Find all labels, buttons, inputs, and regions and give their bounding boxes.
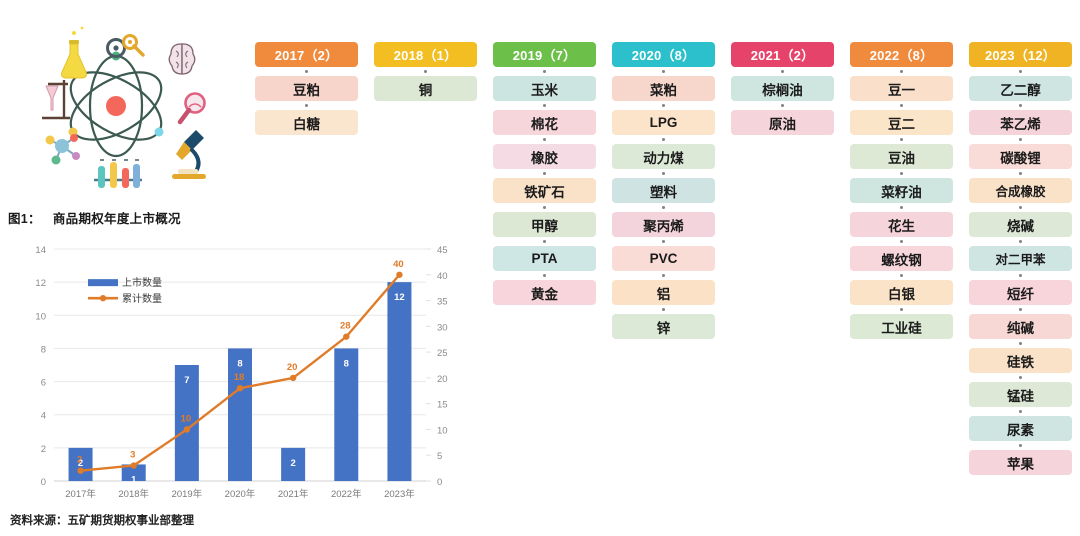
science-illustration-svg <box>42 26 206 188</box>
commodity-tile: 尿素 <box>969 410 1072 441</box>
commodity-tile: 碳酸锂 <box>969 138 1072 169</box>
year-column-header: 2023（12） <box>969 42 1072 67</box>
commodity-tile: 豆一 <box>850 70 953 101</box>
chart-line-value-label: 3 <box>130 450 135 461</box>
chart-y-axis-left: 0 2 4 6 8 10 12 14 <box>35 245 46 488</box>
year-column-header: 2021（2） <box>731 42 834 67</box>
commodity-tile: 豆粕 <box>255 70 358 101</box>
page-root: 图1： 商品期权年度上市概况 0 2 4 6 8 10 12 14 0 5 10 15 20 25 30 35… <box>0 0 1080 536</box>
year-columns: 2017（2） 豆粕 白糖 2018（1） 铜 2019（7） 玉米 棉花 橡胶 铁矿石 甲醇 PTA… <box>255 42 1075 522</box>
legend-label-bar: 上市数量 <box>122 276 162 289</box>
commodity-tile: 花生 <box>850 206 953 237</box>
commodity-tile: 白银 <box>850 274 953 305</box>
legend-label-line: 累计数量 <box>122 292 162 305</box>
chart-line-point <box>236 385 244 392</box>
chart-line-point <box>130 462 137 469</box>
commodity-tile: 纯碱 <box>969 308 1072 339</box>
chart-bar-value-label: 7 <box>184 375 189 386</box>
chart-bar-value-label: 1 <box>131 474 137 485</box>
microscope-icon <box>172 130 206 179</box>
chart-line-value-label: 10 <box>181 413 192 424</box>
year-column: 2023（12） 乙二醇 苯乙烯 碳酸锂 合成橡胶 烧碱 对二甲苯 短纤 纯碱 硅铁 锰硅 尿素 苹果 <box>969 42 1072 475</box>
beaker-stand-icon <box>42 80 70 120</box>
year-column: 2019（7） 玉米 棉花 橡胶 铁矿石 甲醇 PTA 黄金 <box>493 42 596 305</box>
commodity-tile: 橡胶 <box>493 138 596 169</box>
legend-swatch-line-marker <box>99 294 107 302</box>
commodity-tile: 铁矿石 <box>493 172 596 203</box>
commodity-tile: 锰硅 <box>969 376 1072 407</box>
test-tubes-icon <box>94 159 142 188</box>
year-column-header: 2020（8） <box>612 42 715 67</box>
x-tick-label: 2017年 <box>65 488 96 500</box>
year-column: 2020（8） 菜粕 LPG 动力煤 塑料 聚丙烯 PVC 铝锌 <box>612 42 715 339</box>
commodity-tile: 塑料 <box>612 172 715 203</box>
flask-icon <box>61 26 87 79</box>
chart-bar-value-label: 8 <box>237 358 242 369</box>
x-tick-label: 2020年 <box>225 488 256 500</box>
commodity-tile: 烧碱 <box>969 206 1072 237</box>
x-tick-label: 2018年 <box>118 488 149 500</box>
commodity-tile: LPG <box>612 104 715 135</box>
commodity-tile: 聚丙烯 <box>612 206 715 237</box>
year-column: 2018（1） 铜 <box>374 42 477 101</box>
commodity-tile: 乙二醇 <box>969 70 1072 101</box>
y-tick-label-left: 10 <box>35 311 46 322</box>
commodity-tile: 原油 <box>731 104 834 135</box>
commodity-tile: 硅铁 <box>969 342 1072 373</box>
commodity-tile: PTA <box>493 240 596 271</box>
year-column-header: 2022（8） <box>850 42 953 67</box>
commodity-tile: 黄金 <box>493 274 596 305</box>
year-column: 2021（2） 棕榈油 原油 <box>731 42 834 135</box>
commodity-tile: 棕榈油 <box>731 70 834 101</box>
year-column-header: 2019（7） <box>493 42 596 67</box>
chart-line-value-label: 18 <box>234 372 245 383</box>
commodity-tile: 苯乙烯 <box>969 104 1072 135</box>
commodity-tile: 苹果 <box>969 444 1072 475</box>
year-column-header: 2018（1） <box>374 42 477 67</box>
commodity-tile: 白糖 <box>255 104 358 135</box>
commodity-tile: 棉花 <box>493 104 596 135</box>
commodity-tile: 对二甲苯 <box>969 240 1072 271</box>
commodity-tile: 动力煤 <box>612 138 715 169</box>
y-tick-label-left: 0 <box>41 477 46 488</box>
commodity-tile: 短纤 <box>969 274 1072 305</box>
year-column: 2017（2） 豆粕 白糖 <box>255 42 358 135</box>
commodity-tile: 螺纹钢 <box>850 240 953 271</box>
year-column-header: 2017（2） <box>255 42 358 67</box>
legend-swatch-bar <box>88 279 118 287</box>
commodity-tile: 铝 <box>612 274 715 305</box>
commodity-tile: 锌 <box>612 308 715 339</box>
chart-line-point <box>77 467 84 474</box>
commodity-tile: 甲醇 <box>493 206 596 237</box>
commodity-tile: 铜 <box>374 70 477 101</box>
science-illustration <box>24 18 244 198</box>
y-tick-label-left: 14 <box>35 245 46 256</box>
y-tick-label-left: 6 <box>41 378 46 389</box>
commodity-tile: 工业硅 <box>850 308 953 339</box>
y-tick-label-left: 4 <box>41 411 46 422</box>
commodity-tile: 豆二 <box>850 104 953 135</box>
commodity-tile: 玉米 <box>493 70 596 101</box>
y-tick-label-left: 8 <box>41 344 46 355</box>
commodity-tile: PVC <box>612 240 715 271</box>
chart-legend: 上市数量累计数量 <box>88 276 162 305</box>
brain-icon <box>168 43 196 75</box>
year-column: 2022（8） 豆一 豆二 豆油 菜籽油 花生 螺纹钢 白银 工业硅 <box>850 42 953 339</box>
commodity-tile: 豆油 <box>850 138 953 169</box>
x-tick-label: 2019年 <box>172 488 203 500</box>
chart-line-value-label: 2 <box>77 455 82 466</box>
y-tick-label-left: 12 <box>35 278 46 289</box>
molecule-icon <box>45 134 80 165</box>
commodity-tile: 菜粕 <box>612 70 715 101</box>
magnifier-icon <box>177 92 206 125</box>
y-tick-label-left: 2 <box>41 444 46 455</box>
commodity-tile: 菜籽油 <box>850 172 953 203</box>
commodity-tile: 合成橡胶 <box>969 172 1072 203</box>
chart-line-point <box>183 426 191 433</box>
chart-source-note: 资料来源：五矿期货期权事业部整理 <box>10 515 194 527</box>
chart-title-number: 图1： <box>8 212 41 226</box>
chart-title-text: 商品期权年度上市概况 <box>52 212 181 226</box>
